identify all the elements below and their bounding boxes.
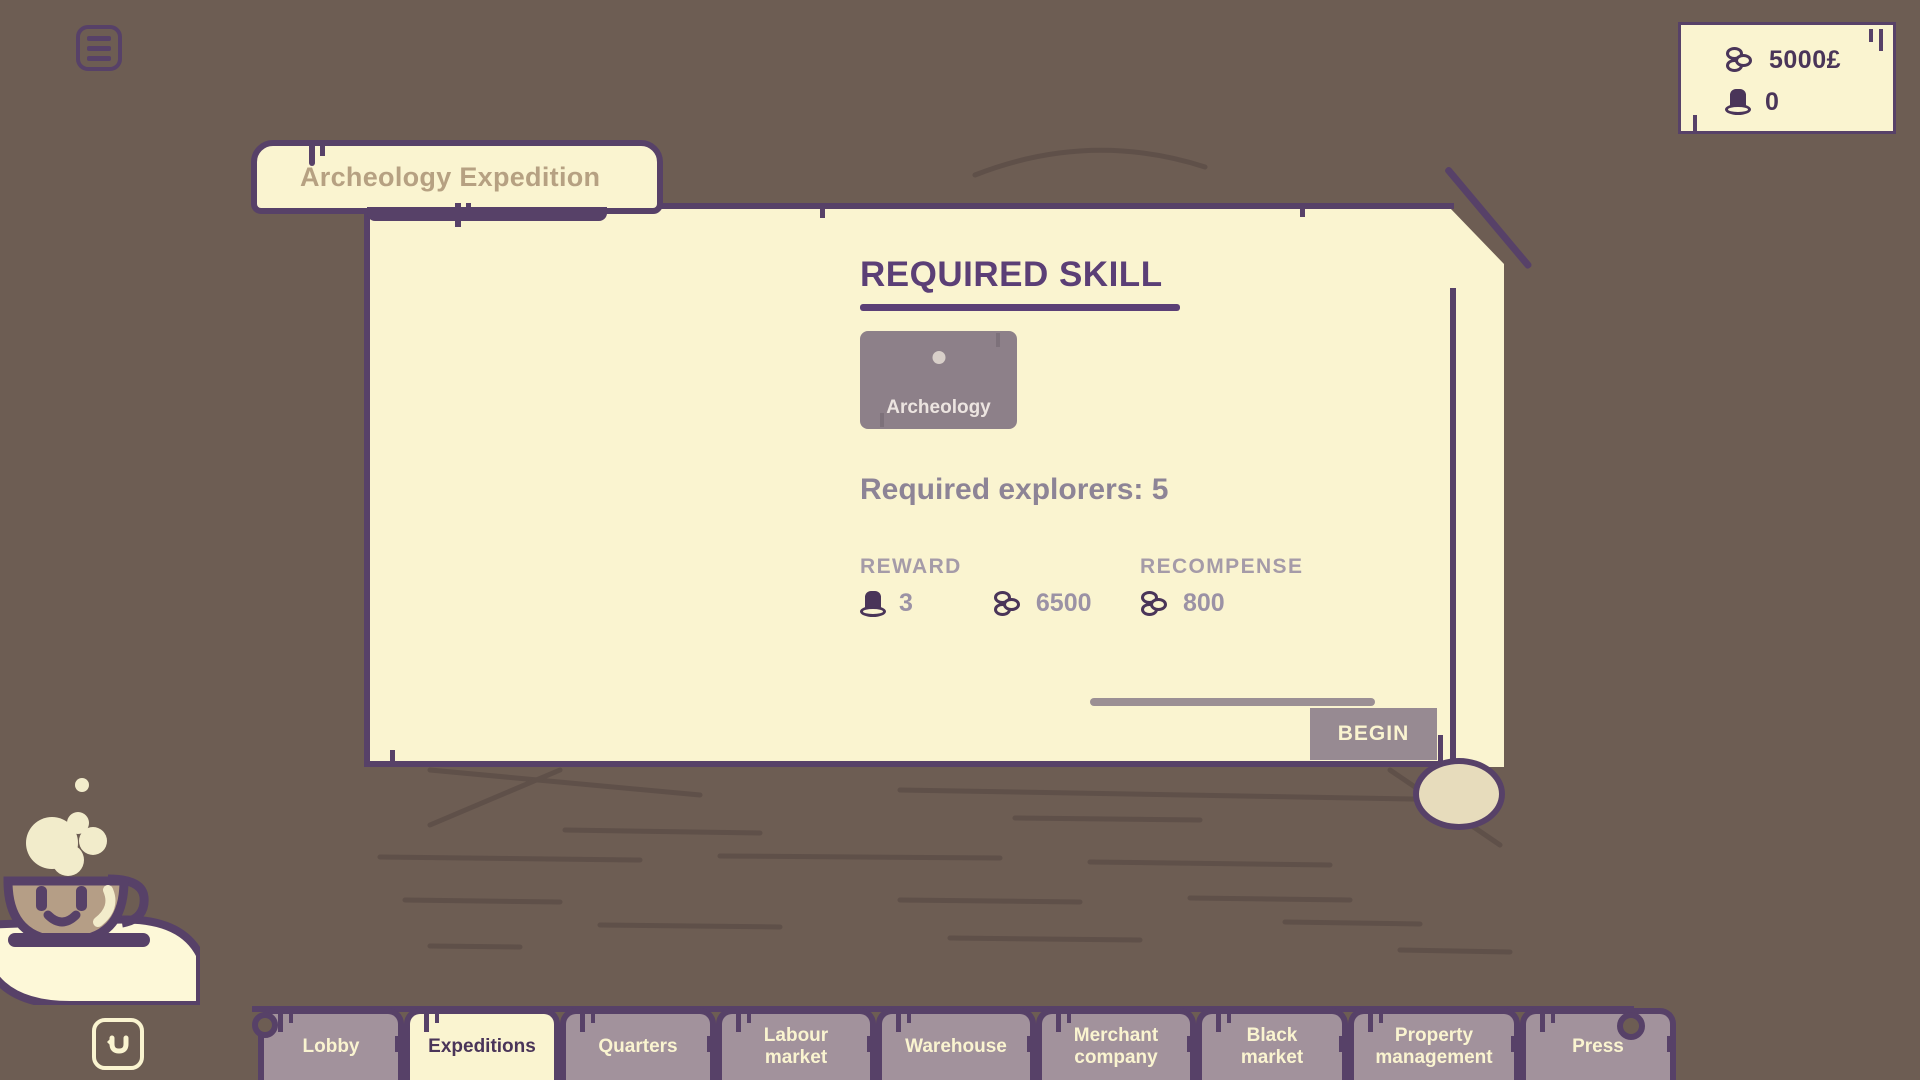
card-border-left [364, 203, 370, 767]
tab-quarters[interactable]: Quarters [560, 1008, 716, 1080]
card-nick [996, 333, 1000, 347]
begin-button[interactable]: BEGIN [1310, 708, 1437, 760]
card-drip [466, 203, 471, 216]
tab-drip [309, 144, 315, 166]
tab-property-management[interactable]: Property management [1348, 1008, 1520, 1080]
tab-lobby[interactable]: Lobby [258, 1008, 404, 1080]
tab-warehouse[interactable]: Warehouse [876, 1008, 1036, 1080]
card-border-bottom [364, 761, 1454, 767]
coins-icon [1140, 591, 1170, 617]
expedition-details: REQUIRED SKILL Archeology Required explo… [860, 255, 1420, 618]
reward-recompense-row: REWARD 3 6500 [860, 555, 1420, 618]
tab-label: Property management [1375, 1025, 1492, 1070]
reward-coins: 6500 [993, 589, 1092, 618]
recompense-block: RECOMPENSE 800 [1140, 555, 1420, 618]
skill-card-archeology[interactable]: Archeology [860, 331, 1017, 429]
reward-block: REWARD 3 6500 [860, 555, 1140, 618]
tab-label: Merchant company [1074, 1025, 1158, 1070]
back-arrow-icon [103, 1029, 133, 1059]
reward-heading: REWARD [860, 555, 1140, 579]
card-nick [880, 413, 884, 427]
card-border-right [1450, 288, 1456, 766]
tab-merchant-company[interactable]: Merchant company [1036, 1008, 1196, 1080]
required-skill-heading: REQUIRED SKILL [860, 255, 1420, 295]
teacup-mascot [0, 755, 200, 1005]
bottom-tab-bar: Lobby Expeditions Quarters Labour market… [0, 1002, 1920, 1080]
top-hat-icon [860, 590, 886, 618]
tab-label: Lobby [303, 1036, 360, 1058]
card-corner-blob [1413, 758, 1505, 830]
back-button[interactable] [92, 1018, 144, 1070]
coins-icon [993, 591, 1023, 617]
tabbar-right-knob [1617, 1012, 1645, 1040]
tab-base [367, 207, 607, 221]
tab-label: Warehouse [905, 1036, 1007, 1058]
tab-labour-market[interactable]: Labour market [716, 1008, 876, 1080]
tab-label: Press [1572, 1036, 1624, 1058]
section-divider [1090, 698, 1375, 706]
heading-underline [860, 304, 1180, 311]
skill-dot-icon [932, 351, 945, 364]
skill-label: Archeology [886, 397, 991, 419]
tab-label: Expeditions [428, 1036, 536, 1058]
tab-expeditions[interactable]: Expeditions [404, 1008, 560, 1080]
card-drip [455, 203, 461, 227]
tab-label: Labour market [764, 1025, 828, 1070]
tab-label: Quarters [598, 1036, 677, 1058]
card-drip [820, 203, 825, 218]
tab-label: Black market [1241, 1025, 1303, 1070]
tabbar-left-knob [252, 1012, 278, 1038]
card-drip [390, 750, 395, 767]
recompense-coins: 800 [1140, 589, 1225, 618]
page-title: Archeology Expedition [300, 162, 600, 193]
card-drip [1300, 203, 1305, 217]
reward-hats-value: 3 [899, 589, 913, 618]
reward-coins-value: 6500 [1036, 589, 1092, 618]
recompense-coins-value: 800 [1183, 589, 1225, 618]
required-explorers-text: Required explorers: 5 [860, 473, 1420, 507]
tab-press[interactable]: Press [1520, 1008, 1676, 1080]
reward-hats: 3 [860, 589, 913, 618]
tab-black-market[interactable]: Black market [1196, 1008, 1348, 1080]
recompense-heading: RECOMPENSE [1140, 555, 1420, 579]
tab-drip [320, 144, 325, 156]
